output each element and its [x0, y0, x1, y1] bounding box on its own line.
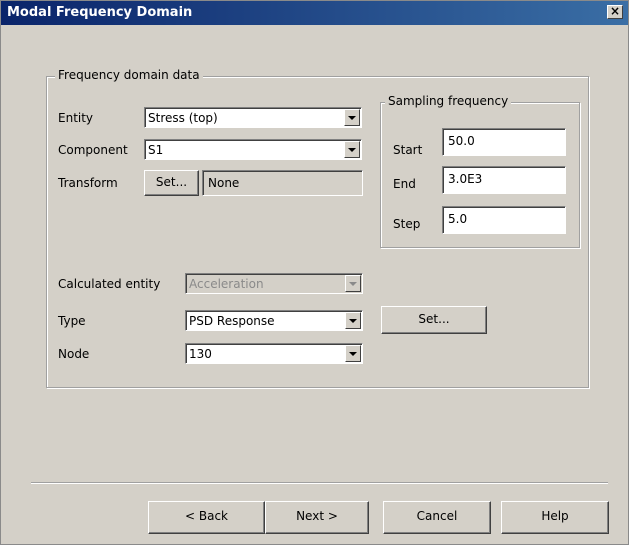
node-combo[interactable]: 130	[185, 343, 363, 364]
transform-value-field: None	[202, 170, 363, 196]
back-label: < Back	[184, 509, 228, 523]
sampling-group-title: Sampling frequency	[385, 94, 512, 108]
calculated-entity-combo: Acceleration	[185, 273, 363, 294]
node-label: Node	[58, 347, 90, 361]
step-input[interactable]: 5.0	[442, 206, 566, 234]
type-combo[interactable]: PSD Response	[185, 310, 363, 331]
cancel-button[interactable]: Cancel	[383, 501, 491, 534]
entity-label: Entity	[58, 111, 94, 125]
end-value: 3.0E3	[448, 172, 483, 186]
entity-value: Stress (top)	[148, 111, 218, 125]
end-input[interactable]: 3.0E3	[442, 166, 566, 194]
close-icon: ×	[609, 4, 621, 18]
dialog-window: Modal Frequency Domain × Frequency domai…	[0, 0, 629, 545]
start-value: 50.0	[448, 134, 475, 148]
transform-value: None	[208, 176, 240, 190]
type-value: PSD Response	[189, 314, 275, 328]
chevron-down-icon[interactable]	[345, 312, 361, 329]
step-label: Step	[393, 217, 421, 231]
end-label: End	[393, 177, 416, 191]
back-button[interactable]: < Back	[148, 501, 265, 534]
component-combo[interactable]: S1	[144, 139, 362, 160]
footer-separator	[31, 482, 608, 484]
entity-combo[interactable]: Stress (top)	[144, 107, 362, 128]
transform-set-button[interactable]: Set...	[144, 170, 199, 196]
start-input[interactable]: 50.0	[442, 128, 566, 156]
transform-set-label: Set...	[155, 175, 188, 189]
cancel-label: Cancel	[416, 509, 458, 523]
chevron-down-icon[interactable]	[344, 109, 360, 126]
step-value: 5.0	[448, 212, 468, 226]
title-bar: Modal Frequency Domain ×	[1, 1, 628, 25]
group-title: Frequency domain data	[55, 68, 203, 82]
chevron-down-icon[interactable]	[344, 141, 360, 158]
type-set-label: Set...	[418, 312, 450, 326]
help-button[interactable]: Help	[501, 501, 609, 534]
type-set-button[interactable]: Set...	[381, 306, 487, 334]
calculated-entity-label: Calculated entity	[58, 277, 161, 291]
next-button[interactable]: Next >	[265, 501, 369, 534]
next-label: Next >	[296, 509, 338, 523]
calculated-entity-value: Acceleration	[189, 277, 264, 291]
type-label: Type	[58, 314, 86, 328]
component-value: S1	[148, 143, 164, 157]
chevron-down-icon	[345, 275, 361, 292]
window-title: Modal Frequency Domain	[7, 5, 193, 20]
chevron-down-icon[interactable]	[345, 345, 361, 362]
transform-label: Transform	[58, 176, 118, 190]
component-label: Component	[58, 143, 128, 157]
close-button[interactable]: ×	[607, 5, 623, 19]
node-value: 130	[189, 347, 212, 361]
start-label: Start	[393, 143, 423, 157]
help-label: Help	[541, 509, 569, 523]
